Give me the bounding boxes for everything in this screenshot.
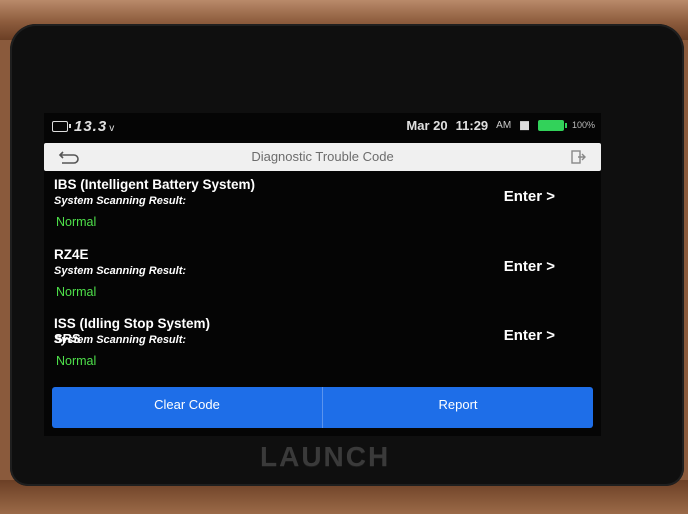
page-title: Diagnostic Trouble Code bbox=[251, 149, 394, 164]
system-item-iss: ISS (Idling Stop System) System Scanning… bbox=[44, 312, 601, 380]
exit-icon bbox=[571, 150, 586, 164]
status-left: 13.3 v bbox=[52, 118, 114, 135]
result-value: Normal bbox=[56, 285, 97, 299]
status-time: 11:29 bbox=[455, 117, 489, 133]
clear-code-button[interactable]: Clear Code bbox=[52, 387, 322, 428]
wifi-icon: ◼ bbox=[519, 117, 530, 132]
battery-icon bbox=[537, 119, 567, 131]
voltage-readout: 13.3 bbox=[74, 118, 108, 135]
action-bar: Clear Code Report bbox=[52, 387, 593, 428]
result-value: Normal bbox=[56, 215, 97, 229]
time-suffix: AM bbox=[496, 119, 512, 131]
report-button[interactable]: Report bbox=[323, 387, 593, 428]
title-bar: Diagnostic Trouble Code bbox=[44, 143, 601, 171]
status-bar: 13.3 v Mar 20 11:29 AM ◼ 100% bbox=[44, 113, 601, 139]
system-item-rz4e: RZ4E System Scanning Result: Normal Ente… bbox=[44, 243, 601, 311]
device-screen: 13.3 v Mar 20 11:29 AM ◼ 100% Diagnostic… bbox=[44, 113, 601, 436]
system-name: RZ4E bbox=[54, 247, 89, 262]
result-label: System Scanning Result: bbox=[54, 195, 187, 207]
system-name: IBS (Intelligent Battery System) bbox=[54, 177, 256, 192]
voltage-unit: v bbox=[109, 123, 115, 134]
enter-button[interactable]: Enter > bbox=[504, 258, 555, 275]
exit-button[interactable] bbox=[567, 147, 589, 167]
result-label: System Scanning Result: bbox=[54, 265, 187, 277]
battery-percent: 100% bbox=[571, 120, 595, 130]
status-right: Mar 20 11:29 AM ◼ 100% bbox=[406, 117, 595, 133]
result-value: Normal bbox=[56, 354, 97, 368]
system-item-ibs: IBS (Intelligent Battery System) System … bbox=[44, 173, 601, 241]
system-name: ISS (Idling Stop System) bbox=[54, 316, 211, 331]
enter-button[interactable]: Enter > bbox=[504, 327, 555, 344]
system-item-partial: SRS bbox=[54, 331, 81, 346]
enter-button[interactable]: Enter > bbox=[504, 188, 555, 205]
status-date: Mar 20 bbox=[406, 117, 448, 133]
brand-logo: LAUNCH bbox=[260, 441, 391, 472]
battery-vehicle-icon bbox=[52, 121, 71, 132]
